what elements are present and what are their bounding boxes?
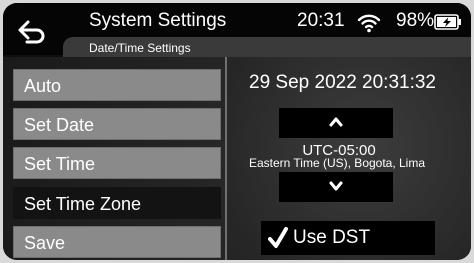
battery-percent: 98% — [396, 10, 435, 31]
checkmark-icon — [268, 227, 288, 248]
panel-divider — [225, 57, 227, 260]
device-screen: System Settings 20:31 98% Date/Time Sett… — [3, 3, 471, 260]
current-datetime: 29 Sep 2022 20:31:32 — [249, 72, 437, 93]
menu-save-button[interactable]: Save — [13, 226, 221, 258]
use-dst-label: Use DST — [293, 227, 371, 248]
back-arrow-icon — [18, 20, 45, 44]
status-clock: 20:31 — [297, 10, 345, 31]
wifi-icon — [357, 14, 381, 33]
chevron-down-icon — [329, 181, 343, 191]
menu-set-date-button[interactable]: Set Date — [13, 108, 221, 140]
timezone-down-button[interactable] — [279, 172, 393, 202]
page-subtitle: Date/Time Settings — [89, 41, 191, 55]
chevron-up-icon — [329, 117, 343, 127]
menu-set-time-button[interactable]: Set Time — [13, 147, 221, 179]
timezone-up-button[interactable] — [279, 108, 393, 138]
menu-auto-button[interactable]: Auto — [13, 69, 221, 101]
menu-set-time-zone-button[interactable]: Set Time Zone — [13, 187, 221, 219]
app-title: System Settings — [89, 10, 227, 31]
timezone-name: Eastern Time (US), Bogota, Lima — [248, 156, 426, 170]
back-button[interactable] — [17, 19, 47, 45]
battery-charging-icon — [434, 14, 461, 30]
